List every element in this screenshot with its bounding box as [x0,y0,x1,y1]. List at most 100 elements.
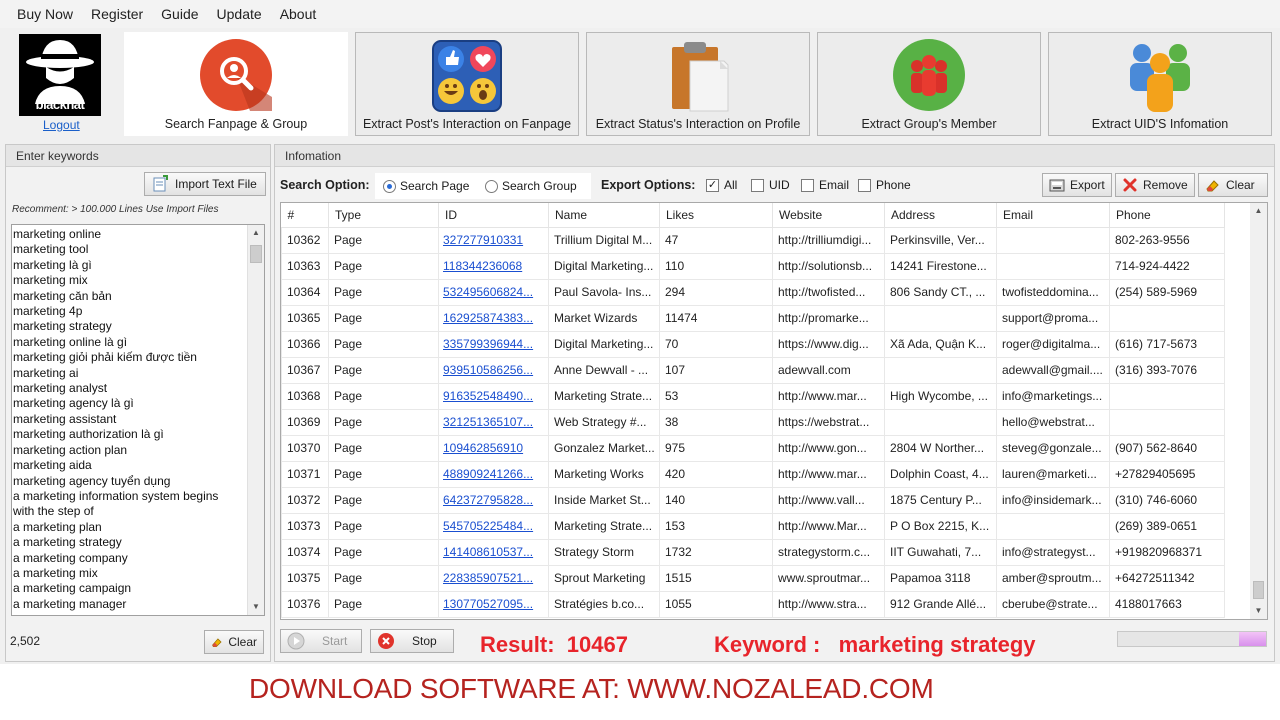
scroll-thumb[interactable] [250,245,262,263]
table-row[interactable]: 10363 Page 118344236068 Digital Marketing..… [281,252,1225,280]
table-row[interactable]: 10371 Page 488909241266... Marketing Works 4… [281,460,1225,488]
table-row[interactable]: 10365 Page 162925874383... Market Wizards 11… [281,304,1225,332]
table-row[interactable]: 10373 Page 545705225484... Marketing Strate… [281,512,1225,540]
id-link[interactable]: 141408610537... [438,538,549,566]
id-link[interactable]: 130770527095... [438,590,549,618]
menu-buy-now[interactable]: Buy Now [8,6,82,22]
clear-keywords-button[interactable]: Clear [204,630,264,654]
result-count: Result: 10467 [480,632,628,657]
id-link[interactable]: 109462856910 [438,434,549,462]
table-cell: Stratégies b.co... [548,590,660,618]
table-cell: 11474 [659,304,773,332]
scroll-down-icon[interactable]: ▼ [248,599,264,615]
search-group-radio[interactable]: Search Group [485,179,577,193]
remove-button[interactable]: Remove [1115,173,1195,197]
keyword-line: marketing analyst [13,381,108,396]
keyword-line: marketing agency tuyển dụng [13,473,171,488]
keywords-list: marketing online marketing tool marketing … [13,227,249,612]
keywords-textarea[interactable]: marketing online marketing tool marketing … [11,224,265,616]
table-row[interactable]: 10366 Page 335799396944... Digital Marketin… [281,330,1225,358]
column-header[interactable]: Type [328,203,439,228]
menu-register[interactable]: Register [82,6,152,22]
menu-guide[interactable]: Guide [152,6,207,22]
search-page-radio[interactable]: Search Page [383,179,469,193]
logout-link[interactable]: Logout [43,118,80,132]
table-row[interactable]: 10362 Page 327277910331 Trillium Digital M.… [281,226,1225,254]
progress-bar [1117,631,1267,647]
table-cell: 1055 [659,590,773,618]
column-header[interactable]: Likes [659,203,773,228]
id-link[interactable]: 321251365107... [438,408,549,436]
table-cell: Page [328,330,439,358]
scroll-up-icon[interactable]: ▲ [248,225,264,241]
keyword-line: with the step of [13,504,94,519]
table-row[interactable]: 10368 Page 916352548490... Marketing Strate… [281,382,1225,410]
table-cell: amber@sproutm... [996,564,1110,592]
table-row[interactable]: 10375 Page 228385907521... Sprout Marketing… [281,564,1225,592]
export-email-checkbox[interactable]: Email [801,178,849,192]
export-phone-checkbox[interactable]: Phone [858,178,911,192]
export-button[interactable]: Export [1042,173,1112,197]
checkbox-unchecked-icon [751,178,764,192]
id-link[interactable]: 335799396944... [438,330,549,358]
extract-group-member-button[interactable]: Extract Group's Member [817,32,1041,136]
table-row[interactable]: 10364 Page 532495606824... Paul Savola- Ins… [281,278,1225,306]
table-row[interactable]: 10370 Page 109462856910 Gonzalez Market... 9… [281,434,1225,462]
keywords-scrollbar[interactable]: ▲ ▼ [247,225,264,615]
table-row[interactable]: 10369 Page 321251365107... Web Strategy #..… [281,408,1225,436]
menu-about[interactable]: About [271,6,326,22]
extract-uid-information-button[interactable]: Extract UID'S Infomation [1048,32,1272,136]
column-header[interactable]: Website [772,203,885,228]
table-cell: Page [328,512,439,540]
id-link[interactable]: 118344236068 [438,252,549,280]
table-row[interactable]: 10367 Page 939510586256... Anne Dewvall - .… [281,356,1225,384]
group-icon [893,39,965,111]
id-link[interactable]: 642372795828... [438,486,549,514]
checkbox-unchecked-icon [801,178,814,192]
table-cell: 806 Sandy CT., ... [884,278,997,306]
extract-post-interaction-button[interactable]: Extract Post's Interaction on Fanpage [355,32,579,136]
radio-unchecked-icon [485,179,498,193]
table-row[interactable]: 10376 Page 130770527095... Stratégies b.co.… [281,590,1225,618]
scroll-thumb[interactable] [1253,581,1264,599]
column-header[interactable]: Name [548,203,660,228]
table-cell: 10370 [281,434,329,462]
table-row[interactable]: 10372 Page 642372795828... Inside Market St… [281,486,1225,514]
column-header[interactable]: ID [438,203,549,228]
export-all-checkbox[interactable]: ✓ All [706,178,737,192]
table-scrollbar[interactable]: ▲ ▼ [1250,203,1267,619]
column-header[interactable]: Email [996,203,1110,228]
menu-update[interactable]: Update [208,6,271,22]
id-link[interactable]: 327277910331 [438,226,549,254]
reactions-icon [432,40,502,112]
id-link[interactable]: 228385907521... [438,564,549,592]
column-header[interactable]: Address [884,203,997,228]
stop-button[interactable]: Stop [370,629,454,653]
keywords-panel-title: Enter keywords [6,145,270,167]
table-cell: hello@webstrat... [996,408,1110,436]
table-cell: https://webstrat... [772,408,885,436]
start-button[interactable]: Start [280,629,362,653]
table-cell: Page [328,590,439,618]
extract-status-interaction-button[interactable]: Extract Status's Interaction on Profile [586,32,810,136]
scroll-up-icon[interactable]: ▲ [1250,203,1267,219]
id-link[interactable]: 162925874383... [438,304,549,332]
id-link[interactable]: 916352548490... [438,382,549,410]
table-cell: 153 [659,512,773,540]
id-link[interactable]: 488909241266... [438,460,549,488]
column-header[interactable]: Phone [1109,203,1225,228]
table-cell: Sprout Marketing [548,564,660,592]
table-cell: Page [328,486,439,514]
id-link[interactable]: 532495606824... [438,278,549,306]
id-link[interactable]: 939510586256... [438,356,549,384]
keyword-line: marketing authorization là gì [13,427,164,442]
column-header[interactable]: # [281,203,329,228]
table-row[interactable]: 10374 Page 141408610537... Strategy Storm 17… [281,538,1225,566]
import-text-file-button[interactable]: Import Text File [144,172,266,196]
clear-table-button[interactable]: Clear [1198,173,1268,197]
table-cell: (316) 393-7076 [1109,356,1225,384]
id-link[interactable]: 545705225484... [438,512,549,540]
scroll-down-icon[interactable]: ▼ [1250,603,1267,619]
export-uid-checkbox[interactable]: UID [751,178,790,192]
search-fanpage-group-button[interactable]: Search Fanpage & Group [124,32,348,136]
